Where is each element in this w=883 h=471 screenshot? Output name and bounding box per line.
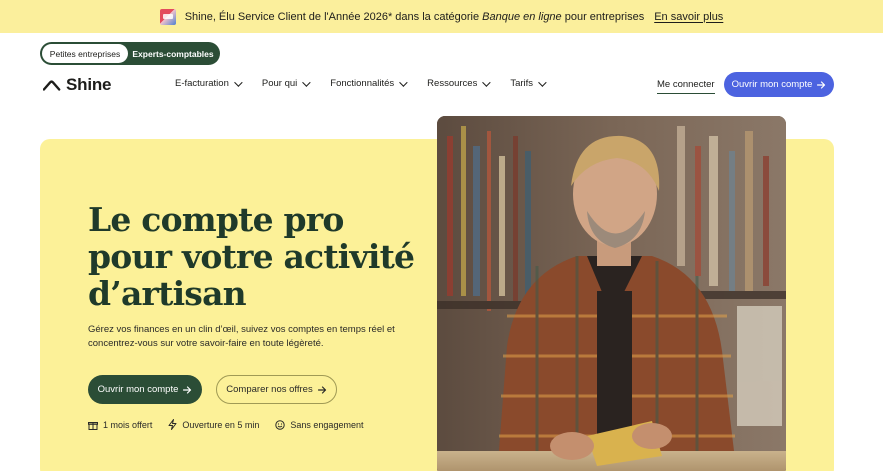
chevron-down-icon	[302, 77, 311, 87]
nav-item-label: Ressources	[427, 78, 478, 89]
hero-photo-artisan	[437, 116, 786, 471]
nav-item-e-facturation[interactable]: E-facturation	[175, 77, 243, 89]
banner-text-italic: Banque en ligne	[482, 10, 562, 23]
banner-text: Shine, Élu Service Client de l'Année 202…	[184, 10, 483, 23]
login-link[interactable]: Me connecter	[657, 79, 715, 94]
nav-item-ressources[interactable]: Ressources	[427, 77, 492, 89]
nav-item-label: Fonctionnalités	[330, 78, 395, 89]
nav-item-label: Tarifs	[510, 78, 534, 89]
feature-item: Sans engagement	[275, 419, 363, 430]
gift-icon	[88, 421, 98, 430]
shine-logo-icon	[43, 80, 61, 91]
toggle-option-small-business[interactable]: Petites entreprises	[42, 44, 128, 63]
nav-item-label: E-facturation	[175, 78, 229, 89]
feature-item: Ouverture en 5 min	[168, 419, 259, 430]
lightning-icon	[168, 419, 177, 430]
chevron-down-icon	[234, 77, 243, 87]
arrow-right-icon	[317, 385, 326, 394]
arrow-right-icon	[817, 80, 826, 89]
artisan-photo-illustration	[437, 116, 786, 471]
hero-subtitle: Gérez vos finances en un clin d’œil, sui…	[88, 324, 395, 349]
audience-toggle: Petites entreprises Experts-comptables	[40, 42, 220, 65]
feature-label: 1 mois offert	[103, 419, 153, 430]
chevron-down-icon	[399, 77, 408, 87]
toggle-option-accountants[interactable]: Experts-comptables	[128, 44, 218, 63]
nav-item-fonctionnalites[interactable]: Fonctionnalités	[330, 77, 408, 89]
feature-item: 1 mois offert	[88, 419, 152, 430]
logo-text: Shine	[66, 75, 112, 94]
compare-offers-button-label: Comparer nos offres	[226, 384, 313, 395]
compare-offers-button[interactable]: Comparer nos offres	[216, 375, 337, 404]
chevron-down-icon	[482, 77, 492, 87]
award-badge-icon	[159, 8, 176, 25]
smile-icon	[275, 419, 286, 430]
arrow-right-icon	[183, 385, 192, 394]
open-account-label: Ouvrir mon compte	[731, 79, 813, 90]
banner-message: Shine, Élu Service Client de l'Année 202…	[185, 11, 645, 23]
open-account-button-label: Ouvrir mon compte	[97, 384, 179, 395]
nav-item-pour-qui[interactable]: Pour qui	[261, 77, 311, 89]
main-nav: E-facturation Pour qui Fonctionnalités R…	[175, 77, 566, 89]
banner-text-end: pour entreprises	[561, 10, 645, 23]
hero-headline: Le compte pro pour votre activité d’arti…	[88, 200, 415, 313]
shine-logo[interactable]: Shine	[43, 75, 111, 95]
nav-item-tarifs[interactable]: Tarifs	[510, 77, 547, 89]
nav-item-label: Pour qui	[261, 78, 298, 89]
feature-label: Sans engagement	[290, 419, 364, 430]
chevron-down-icon	[538, 77, 547, 87]
banner-learn-more-link[interactable]: En savoir plus	[654, 11, 723, 23]
open-account-button[interactable]: Ouvrir mon compte	[88, 375, 202, 404]
open-account-nav-button[interactable]: Ouvrir mon compte	[724, 72, 834, 97]
feature-label: Ouverture en 5 min	[182, 419, 260, 430]
announcement-banner: Shine, Élu Service Client de l'Année 202…	[0, 0, 883, 33]
hero-features: 1 mois offert Ouverture en 5 min Sans en…	[88, 419, 363, 430]
